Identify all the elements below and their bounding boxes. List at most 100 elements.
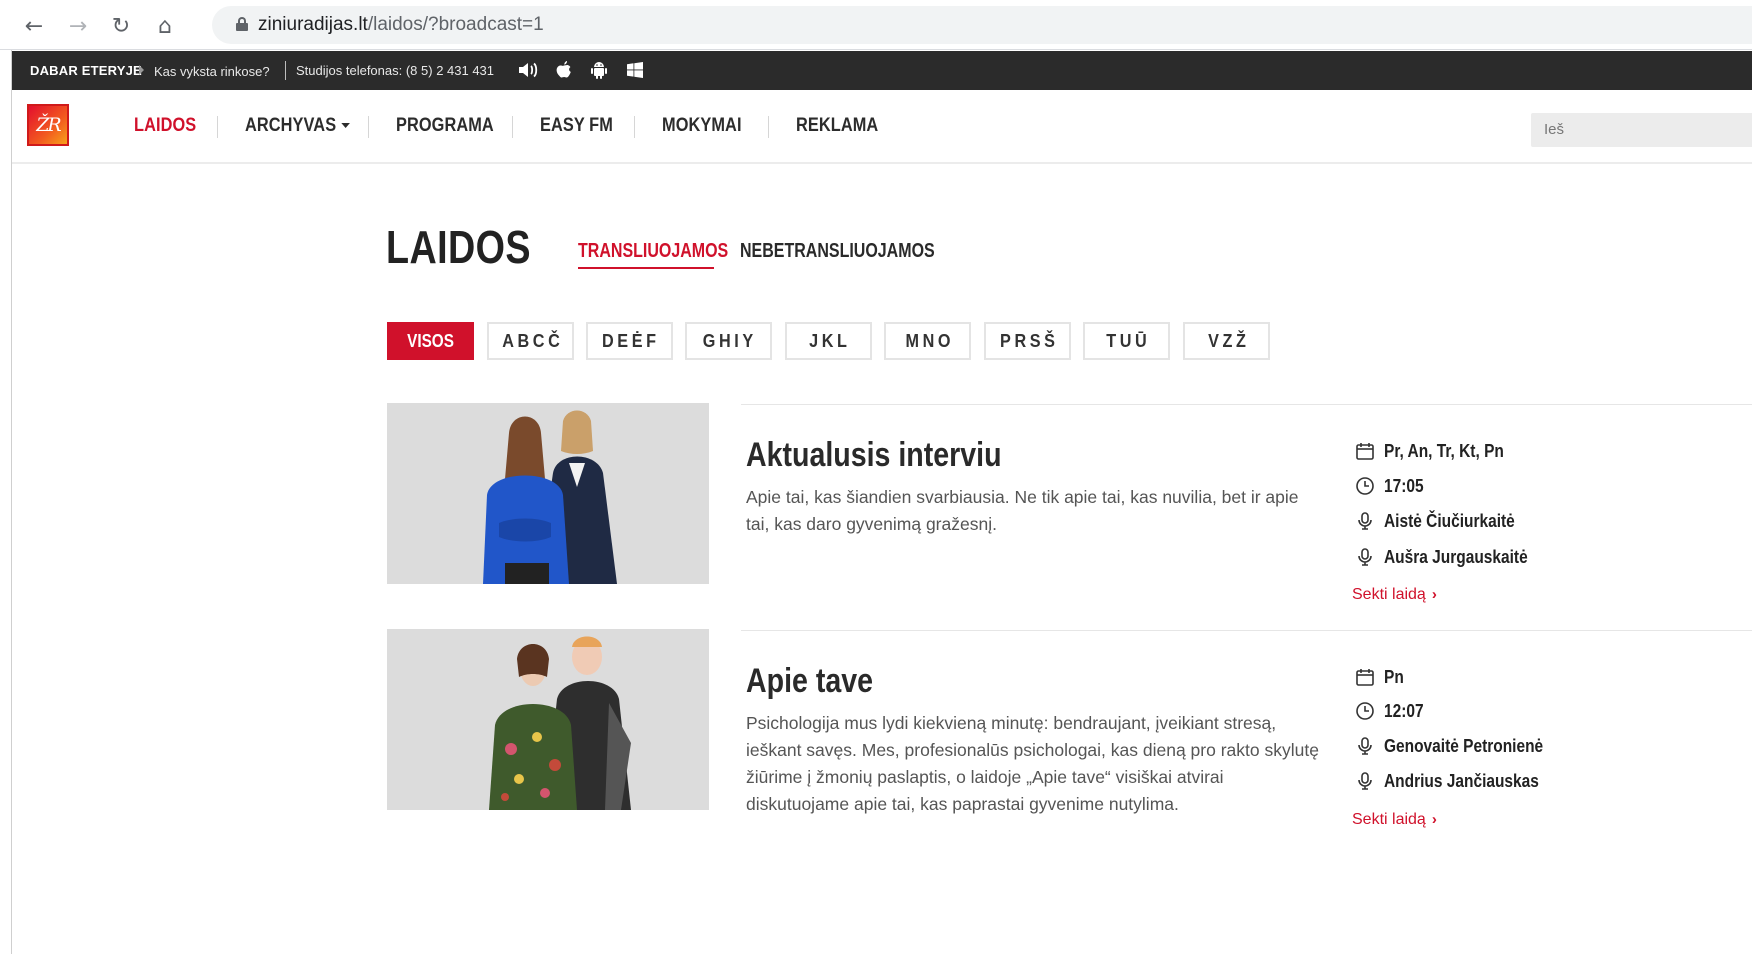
show-days: Pn <box>1354 665 1407 689</box>
host-name[interactable]: Andrius Jančiauskas <box>1384 771 1539 792</box>
days-text: Pr, An, Tr, Kt, Pn <box>1384 440 1504 461</box>
nav-archyvas[interactable]: ARCHYVAS <box>245 115 350 137</box>
show-host: Genovaitė Petronienė <box>1354 734 1569 758</box>
show-days: Pr, An, Tr, Kt, Pn <box>1354 439 1523 463</box>
filter-ghiy[interactable]: GHIY <box>685 322 772 360</box>
search-input[interactable]: Ieš <box>1531 113 1752 147</box>
tab-nebetransliuojamos[interactable]: NEBETRANSLIUOJAMOS <box>740 240 935 263</box>
browser-toolbar: ← → ↻ ⌂ ziniuradijas.lt/laidos/?broadcas… <box>0 0 1752 50</box>
filter-vzz[interactable]: VZŽ <box>1183 322 1270 360</box>
calendar-icon <box>1354 666 1376 688</box>
nav-archyvas-label: ARCHYVAS <box>245 115 337 136</box>
nav-laidos[interactable]: LAIDOS <box>134 115 196 137</box>
on-air-bar: DABAR ETERYJE Kas vyksta rinkose? Studij… <box>12 51 1752 90</box>
row-divider <box>741 630 1752 631</box>
show-host: Aistė Čiučiurkaitė <box>1354 509 1536 533</box>
show-time: 12:07 <box>1354 699 1430 723</box>
filter-label: GHIY <box>703 330 758 351</box>
filter-label: VZŽ <box>1207 330 1249 351</box>
filter-label: ABCČ <box>501 330 563 351</box>
host-name[interactable]: Aušra Jurgauskaitė <box>1384 547 1528 568</box>
chevron-right-icon: › <box>1431 811 1437 828</box>
host-name[interactable]: Aistė Čiučiurkaitė <box>1384 511 1515 532</box>
nav-easy-fm[interactable]: EASY FM <box>540 115 613 137</box>
nav-divider <box>512 116 513 138</box>
filter-prss[interactable]: PRSŠ <box>984 322 1071 360</box>
time-text: 12:07 <box>1384 700 1424 721</box>
url-domain: ziniuradijas.lt <box>258 14 368 35</box>
microphone-icon <box>1354 546 1376 568</box>
show-time: 17:05 <box>1354 474 1430 498</box>
follow-show-link[interactable]: Sekti laidą › <box>1352 811 1437 829</box>
clock-icon <box>1354 475 1376 497</box>
hosts-photo <box>387 403 709 584</box>
show-image[interactable] <box>387 403 709 584</box>
show-title[interactable]: Aktualusis interviu <box>746 436 1002 475</box>
page-title: LAIDOS <box>386 221 531 273</box>
forward-icon[interactable]: → <box>62 10 94 42</box>
lock-icon[interactable] <box>236 17 248 31</box>
show-host: Aušra Jurgauskaitė <box>1354 545 1551 569</box>
filter-visos[interactable]: VISOS <box>387 322 474 360</box>
show-image[interactable] <box>387 629 709 810</box>
play-triangle-icon <box>139 65 144 75</box>
filter-label: VISOS <box>407 330 454 351</box>
tab-transliuojamos[interactable]: TRANSLIUOJAMOS <box>578 240 728 263</box>
search-placeholder: Ieš <box>1544 121 1565 138</box>
follow-label: Sekti laidą <box>1352 586 1426 603</box>
show-host: Andrius Jančiauskas <box>1354 769 1564 793</box>
clock-icon <box>1354 700 1376 722</box>
show-title[interactable]: Apie tave <box>746 662 873 701</box>
filter-label: MNO <box>905 330 954 351</box>
nav-programa[interactable]: PROGRAMA <box>396 115 494 137</box>
android-icon[interactable] <box>589 60 609 80</box>
time-text: 17:05 <box>1384 475 1424 496</box>
filter-jkl[interactable]: JKL <box>785 322 872 360</box>
nav-divider <box>768 116 769 138</box>
filter-abcc[interactable]: ABCČ <box>487 322 574 360</box>
follow-show-link[interactable]: Sekti laidą › <box>1352 586 1437 604</box>
show-description: Apie tai, kas šiandien svarbiausia. Ne t… <box>746 487 1299 534</box>
address-bar[interactable]: ziniuradijas.lt/laidos/?broadcast=1 <box>212 6 1752 44</box>
topbar-divider <box>285 61 286 80</box>
nav-reklama[interactable]: REKLAMA <box>796 115 878 137</box>
site-logo[interactable]: ŽR <box>27 104 69 146</box>
apple-icon[interactable] <box>554 60 574 80</box>
on-air-label: DABAR ETERYJE <box>30 63 142 78</box>
filter-tuu[interactable]: TUŪ <box>1083 322 1170 360</box>
host-name[interactable]: Genovaitė Petronienė <box>1384 736 1543 757</box>
studio-phone: Studijos telefonas: (8 5) 2 431 431 <box>296 63 495 78</box>
microphone-icon <box>1354 770 1376 792</box>
window-edge <box>0 50 12 954</box>
filter-label: TUŪ <box>1106 330 1151 351</box>
home-icon[interactable]: ⌂ <box>149 10 181 42</box>
filter-label: JKL <box>809 330 851 351</box>
hosts-photo <box>387 629 709 810</box>
filter-label: PRSŠ <box>1000 330 1059 351</box>
filter-deef[interactable]: DEĖF <box>586 322 673 360</box>
microphone-icon <box>1354 735 1376 757</box>
days-text: Pn <box>1384 666 1404 687</box>
url-text[interactable]: ziniuradijas.lt/laidos/?broadcast=1 <box>258 14 544 36</box>
caret-down-icon <box>341 123 350 129</box>
reload-icon[interactable]: ↻ <box>105 10 137 42</box>
filter-mno[interactable]: MNO <box>884 322 971 360</box>
windows-icon[interactable] <box>625 60 645 80</box>
active-tab-underline <box>578 267 714 269</box>
row-divider <box>741 404 1752 405</box>
nav-divider <box>634 116 635 138</box>
follow-label: Sekti laidą <box>1352 811 1426 828</box>
nav-divider <box>217 116 218 138</box>
site-header: ŽR LAIDOS ARCHYVAS PROGRAMA EASY FM MOKY… <box>12 90 1752 164</box>
logo-text: ŽR <box>36 114 61 136</box>
back-icon[interactable]: ← <box>18 10 50 42</box>
now-playing-link[interactable]: Kas vyksta rinkose? <box>154 64 270 79</box>
chevron-right-icon: › <box>1431 586 1437 603</box>
filter-label: DEĖF <box>602 330 661 351</box>
calendar-icon <box>1354 440 1376 462</box>
nav-divider <box>368 116 369 138</box>
microphone-icon <box>1354 510 1376 532</box>
url-path: /laidos/?broadcast=1 <box>367 14 544 35</box>
nav-mokymai[interactable]: MOKYMAI <box>662 115 742 137</box>
speaker-icon[interactable] <box>517 60 541 80</box>
